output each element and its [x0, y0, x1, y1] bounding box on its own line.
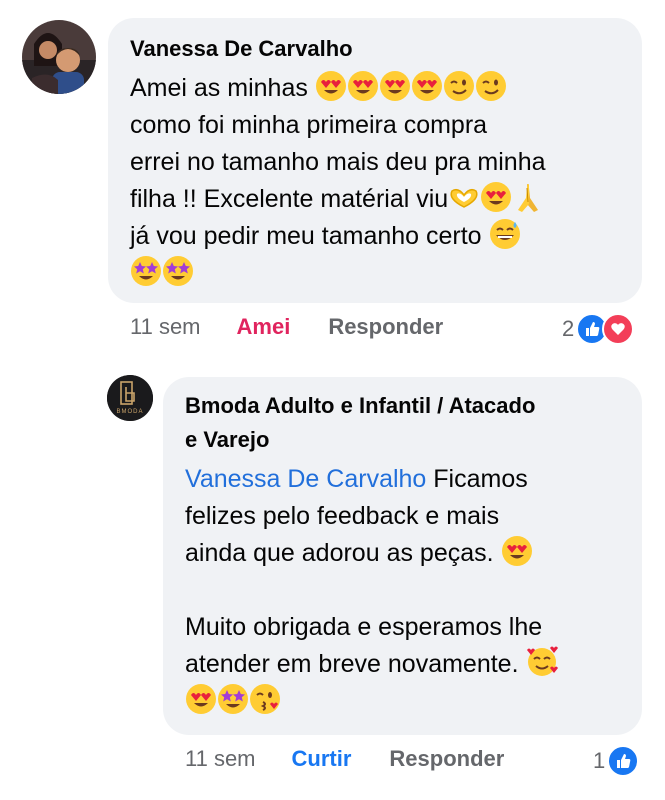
comment-reactions-summary[interactable]: 2	[562, 313, 635, 345]
comment-line-1: Amei as minhas	[130, 70, 546, 107]
grinning-sweat-icon	[489, 218, 521, 250]
heart-eyes-icon	[347, 70, 379, 102]
comment-line-6	[130, 255, 546, 292]
reply-actions: 11 sem Curtir Responder	[185, 746, 504, 772]
mention-link[interactable]: Vanessa De Carvalho	[185, 465, 426, 493]
like-icon	[607, 745, 640, 777]
reply-line-5: atender em breve novamente.	[185, 646, 558, 683]
kissing-heart-icon	[249, 683, 281, 715]
comment-bubble: Vanessa De Carvalho Amei as minhas como …	[108, 18, 642, 303]
heart-hands-icon	[448, 181, 480, 213]
star-struck-icon	[162, 255, 194, 287]
folded-hands-icon	[512, 181, 544, 213]
reply-line-1: Vanessa De Carvalho Ficamos	[185, 465, 528, 493]
reply-reactions-summary[interactable]: 1	[593, 745, 640, 777]
reply-button[interactable]: Responder	[328, 314, 443, 340]
heart-eyes-icon	[315, 70, 347, 102]
reply-reply-button[interactable]: Responder	[389, 746, 504, 772]
heart-eyes-icon	[379, 70, 411, 102]
heart-eyes-icon	[480, 181, 512, 213]
reply-bubble: Bmoda Adulto e Infantil / Atacado e Vare…	[163, 377, 642, 735]
star-struck-icon	[217, 683, 249, 715]
heart-eyes-icon	[185, 683, 217, 715]
bmoda-logo-text: BMODA	[116, 409, 143, 415]
reaction-count: 1	[593, 748, 606, 773]
comment-author[interactable]: Vanessa De Carvalho	[130, 32, 353, 66]
reaction-amei-button[interactable]: Amei	[237, 314, 291, 340]
reply-line-6	[185, 683, 558, 720]
star-struck-icon	[130, 255, 162, 287]
comment-line-2: como foi minha primeira compra	[130, 111, 488, 139]
heart-eyes-icon	[501, 535, 533, 567]
comment-line-5: já vou pedir meu tamanho certo	[130, 218, 546, 255]
comment-text: Amei as minhas como foi minha primeira c…	[130, 70, 546, 292]
commenter-avatar[interactable]	[22, 20, 96, 94]
comment-line-4: filha !! Excelente matérial viu	[130, 181, 546, 218]
reply-line-3: ainda que adorou as peças.	[185, 535, 558, 572]
love-icon	[602, 313, 635, 345]
reaction-count: 2	[562, 316, 575, 341]
reply-text: Vanessa De Carvalho Ficamos felizes pelo…	[185, 461, 558, 720]
comment-timestamp[interactable]: 11 sem	[130, 314, 201, 340]
comment-actions: 11 sem Amei Responder	[130, 314, 443, 340]
page-avatar[interactable]: BMODA	[107, 375, 153, 421]
smiling-hearts-icon	[526, 646, 558, 678]
reply-timestamp[interactable]: 11 sem	[185, 746, 256, 772]
heart-eyes-icon	[411, 70, 443, 102]
wink-icon	[443, 70, 475, 102]
reply-line-blank	[185, 572, 558, 609]
reply-line-4: Muito obrigada e esperamos lhe	[185, 613, 543, 641]
like-button[interactable]: Curtir	[292, 746, 352, 772]
reply-line-2: felizes pelo feedback e mais	[185, 502, 500, 530]
wink-icon	[475, 70, 507, 102]
reply-author[interactable]: Bmoda Adulto e Infantil / Atacado e Vare…	[185, 389, 625, 457]
comment-line-3: errei no tamanho mais deu pra minha	[130, 148, 546, 176]
